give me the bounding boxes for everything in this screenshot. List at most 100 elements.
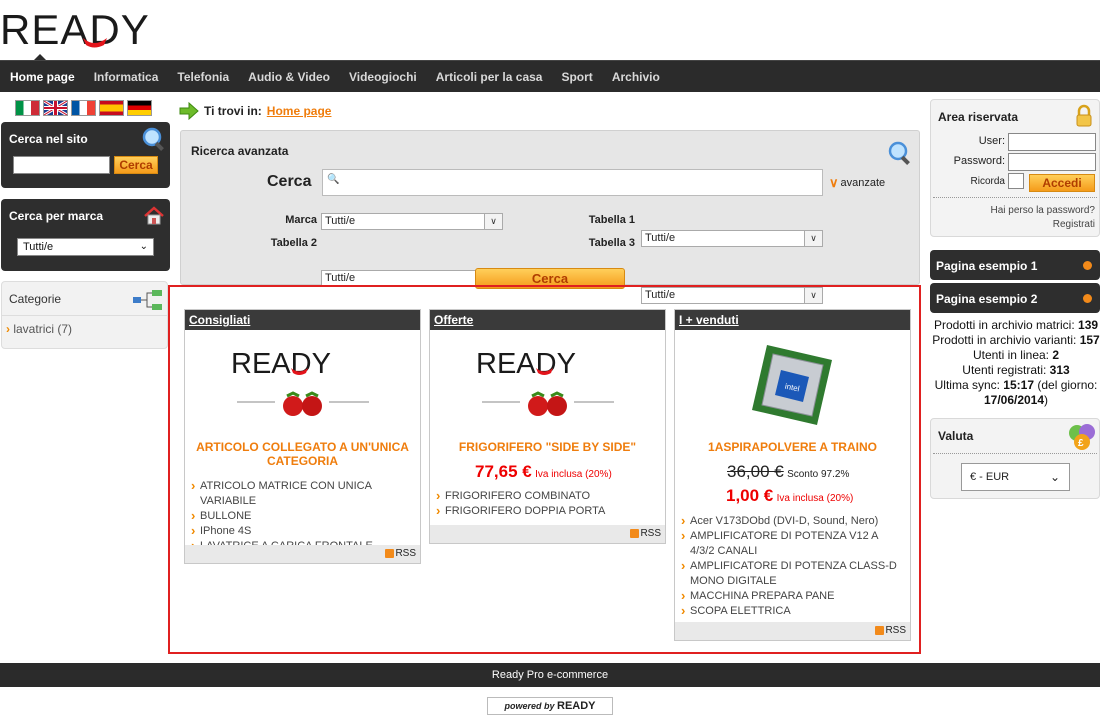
site-stats: Prodotti in archivio matrici: 139 Prodot… xyxy=(930,318,1102,408)
product-title[interactable]: 1ASPIRAPOLVERE A TRAINO xyxy=(685,440,900,454)
password-input[interactable] xyxy=(1008,153,1096,171)
password-label: Password: xyxy=(953,155,1005,167)
svg-text:£: £ xyxy=(1078,438,1084,449)
product-logo[interactable]: READY xyxy=(229,346,379,380)
list-item[interactable]: FRIGORIFERO COMBINATO xyxy=(434,488,662,504)
site-logo[interactable]: READY xyxy=(0,6,205,53)
panel-venduti: I + venduti intel 1ASPIRAPOLVERE A TRAIN… xyxy=(674,309,911,641)
panel-venduti-header[interactable]: I + venduti xyxy=(675,310,910,330)
product-list: ATRICOLO MATRICE CON UNICA VARIABILE BUL… xyxy=(189,478,417,554)
list-item[interactable]: BULLONE xyxy=(189,508,417,524)
stat-row: Prodotti in archivio varianti: 157 xyxy=(932,333,1100,347)
nav-archivio[interactable]: Archivio xyxy=(612,70,660,84)
flag-de-icon[interactable] xyxy=(127,100,152,116)
list-item[interactable]: FRIGORIFERO DOPPIA PORTA xyxy=(434,503,662,519)
breadcrumb-prefix: Ti trovi in: xyxy=(204,104,262,118)
chevron-down-icon: ⌄ xyxy=(1049,470,1060,484)
padlock-icon xyxy=(1076,104,1092,127)
advanced-search-title: Ricerca avanzata xyxy=(191,144,289,158)
select-marca[interactable]: Tutti/e ∨ xyxy=(321,213,503,230)
user-input[interactable] xyxy=(1008,133,1096,151)
nav-telefonia[interactable]: Telefonia xyxy=(177,70,229,84)
avanzate-toggle[interactable]: ∨ avanzate xyxy=(829,175,885,191)
powered-by-badge[interactable]: powered by READY xyxy=(487,697,613,715)
list-item[interactable]: IPhone 4S xyxy=(189,523,417,539)
nav-videogiochi[interactable]: Videogiochi xyxy=(349,70,417,84)
nav-articoli-casa[interactable]: Articoli per la casa xyxy=(436,70,543,84)
brand-select-value: Tutti/e xyxy=(23,241,54,253)
magnifier-icon xyxy=(888,141,910,165)
advanced-search-input[interactable]: 🔍 xyxy=(322,169,823,196)
currency-select[interactable]: € - EUR ⌄ xyxy=(961,463,1070,491)
panel-consigliati: Consigliati READY ARTICOLO COLLEGATO A U… xyxy=(184,309,421,564)
page-link-2[interactable]: Pagina esempio 2 xyxy=(930,283,1100,313)
strawberries-icon xyxy=(482,391,614,416)
product-list: Acer V173DObd (DVI-D, Sound, Nero) AMPLI… xyxy=(679,513,905,619)
remember-checkbox[interactable] xyxy=(1008,173,1024,189)
search-icon: 🔍 xyxy=(327,174,340,185)
list-item[interactable]: ATRICOLO MATRICE CON UNICA VARIABILE xyxy=(189,478,417,509)
flag-uk-icon[interactable] xyxy=(43,100,68,116)
product-logo[interactable]: READY xyxy=(474,346,624,380)
select-tabella1[interactable]: Tutti/e ∨ xyxy=(641,230,823,247)
avanzate-label: avanzate xyxy=(840,177,886,189)
bullet-icon xyxy=(1083,261,1092,270)
old-price-block: 36,00 € Sconto 97.2% xyxy=(727,462,849,482)
rss-link[interactable]: RSS xyxy=(185,545,420,563)
main-nav: Home page Informatica Telefonia Audio & … xyxy=(0,54,1100,92)
category-item[interactable]: › lavatrici (7) xyxy=(2,316,167,342)
flag-fr-icon[interactable] xyxy=(71,100,96,116)
list-item[interactable]: AMPLIFICATORE DI POTENZA CLASS-D MONO DI… xyxy=(679,558,905,589)
forgot-password-link[interactable]: Hai perso la password? xyxy=(991,205,1096,216)
price-block: 1,00 € Iva inclusa (20%) xyxy=(726,486,853,506)
panel-consigliati-header[interactable]: Consigliati xyxy=(185,310,420,330)
panel-offerte: Offerte READY FRIGORIFERO "SIDE BY SIDE"… xyxy=(429,309,666,544)
currency-coins-icon: £ xyxy=(1069,424,1095,450)
list-item[interactable]: SCOPA ELETTRICA xyxy=(679,603,905,619)
nav-informatica[interactable]: Informatica xyxy=(94,70,159,84)
list-item[interactable]: AMPLIFICATORE DI POTENZA V12 A 4/3/2 CAN… xyxy=(679,528,905,559)
nav-home[interactable]: Home page xyxy=(10,70,75,84)
stat-row: Utenti in linea: 2 xyxy=(972,348,1060,362)
panel-offerte-header[interactable]: Offerte xyxy=(430,310,665,330)
site-search-button[interactable]: Cerca xyxy=(114,156,158,174)
rss-icon xyxy=(630,528,640,538)
page-link-2-label: Pagina esempio 2 xyxy=(936,292,1038,306)
divider xyxy=(933,453,1097,454)
product-title[interactable]: FRIGORIFERO "SIDE BY SIDE" xyxy=(440,440,655,454)
old-price: 36,00 € xyxy=(727,462,784,481)
register-link[interactable]: Registrati xyxy=(1053,219,1095,230)
breadcrumb: Ti trovi in: Home page xyxy=(179,100,331,122)
nav-audio-video[interactable]: Audio & Video xyxy=(248,70,330,84)
strawberries-icon xyxy=(237,391,369,416)
flag-es-icon[interactable] xyxy=(99,100,124,116)
remember-label: Ricorda xyxy=(970,176,1005,187)
brand-select[interactable]: Tutti/e ⌄ xyxy=(17,238,154,256)
footer: Ready Pro e-commerce xyxy=(0,663,1100,687)
sitemap-icon xyxy=(133,290,162,310)
house-icon xyxy=(144,206,164,225)
discount: Sconto 97.2% xyxy=(787,469,850,480)
sync-row: Ultima sync: 15:17 (del giorno: 17/06/201… xyxy=(934,378,1098,407)
powered-by-brand: READY xyxy=(557,700,596,712)
rss-link[interactable]: RSS xyxy=(430,525,665,543)
site-search-input[interactable] xyxy=(13,156,110,174)
categories-box: Categorie › lavatrici (7) xyxy=(1,281,168,349)
nav-sport[interactable]: Sport xyxy=(561,70,592,84)
chevron-down-icon: ∨ xyxy=(804,231,822,246)
rss-link[interactable]: RSS xyxy=(675,622,910,640)
login-button[interactable]: Accedi xyxy=(1029,174,1095,192)
currency-title: Valuta xyxy=(938,429,974,443)
field-label-marca: Marca xyxy=(285,214,317,226)
page-link-1[interactable]: Pagina esempio 1 xyxy=(930,250,1100,280)
breadcrumb-home-link[interactable]: Home page xyxy=(267,104,332,118)
login-box: Area riservata User: Password: Ricorda A… xyxy=(930,99,1100,237)
cpu-icon[interactable]: intel xyxy=(747,340,837,430)
flag-it-icon[interactable] xyxy=(15,100,40,116)
stat-row: Prodotti in archivio matrici: 139 xyxy=(933,318,1099,332)
list-item[interactable]: MACCHINA PREPARA PANE xyxy=(679,588,905,604)
list-item[interactable]: Acer V173DObd (DVI-D, Sound, Nero) xyxy=(679,513,905,529)
product-title[interactable]: ARTICOLO COLLEGATO A UN'UNICA CATEGORIA xyxy=(195,440,410,468)
price: 1,00 € xyxy=(726,486,774,505)
select-tabella1-value: Tutti/e xyxy=(645,232,676,244)
